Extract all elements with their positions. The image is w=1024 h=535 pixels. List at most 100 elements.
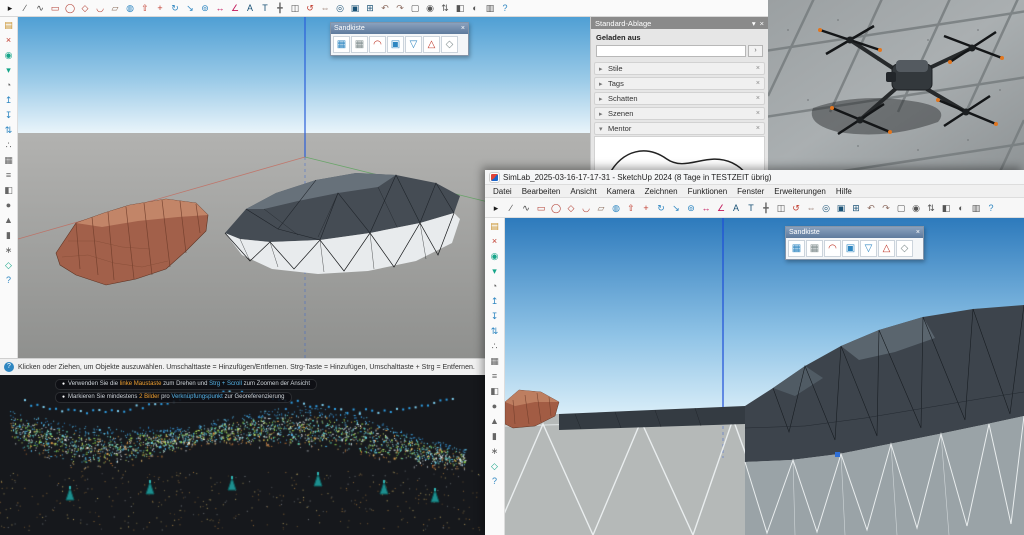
protractor-tool[interactable]: ∠ <box>228 1 242 15</box>
close-icon[interactable]: × <box>756 110 760 117</box>
previous-view[interactable]: ↶ <box>864 201 878 215</box>
previous-view[interactable]: ↶ <box>378 1 392 15</box>
close-icon[interactable]: × <box>756 65 760 72</box>
close-icon[interactable]: × <box>916 229 920 236</box>
from-scratch-tool[interactable]: ▦ <box>806 240 823 257</box>
look-around-tool[interactable]: ◉ <box>423 1 437 15</box>
scale-tool[interactable]: ↘ <box>183 1 197 15</box>
eraser-tool[interactable]: ▱ <box>594 201 608 215</box>
help-button[interactable]: ? <box>984 201 998 215</box>
cone-primitive[interactable]: ▲ <box>488 415 502 428</box>
menu-item[interactable]: Funktionen <box>688 187 728 196</box>
position-camera-tool[interactable]: ▢ <box>408 1 422 15</box>
load-button[interactable]: › <box>748 45 763 57</box>
rotate-tool[interactable]: ↻ <box>654 201 668 215</box>
drop-location[interactable]: ▾ <box>2 64 16 77</box>
viewport-3d[interactable] <box>505 218 1024 535</box>
component[interactable]: ◇ <box>488 460 502 473</box>
tape-measure-tool[interactable]: ↔ <box>213 1 227 15</box>
freehand-tool[interactable]: ∿ <box>519 201 533 215</box>
circle-tool[interactable]: ◯ <box>549 201 563 215</box>
cloud-upload[interactable]: ↥ <box>2 94 16 107</box>
settings[interactable]: ∗ <box>488 445 502 458</box>
rectangle-tool[interactable]: ▭ <box>48 1 62 15</box>
zoom-tool[interactable]: ◎ <box>819 201 833 215</box>
protractor-tool[interactable]: ∠ <box>714 201 728 215</box>
close-file[interactable]: × <box>488 235 502 248</box>
loaded-from-input[interactable] <box>596 45 746 57</box>
minimize-icon[interactable]: ▾ <box>752 19 756 28</box>
text-tool[interactable]: A <box>243 1 257 15</box>
orbit-tool[interactable]: ↺ <box>789 201 803 215</box>
drape-tool[interactable]: ▽ <box>860 240 877 257</box>
shadows-toggle[interactable]: ◐ <box>954 201 968 215</box>
tape-measure-tool[interactable]: ↔ <box>699 201 713 215</box>
arc-tool[interactable]: ◡ <box>93 1 107 15</box>
walk-tool[interactable]: ⇅ <box>924 201 938 215</box>
tray-section-header[interactable]: ▸ Schatten × <box>594 92 765 105</box>
axes-tool[interactable]: ╋ <box>273 1 287 15</box>
offset-tool[interactable]: ⊚ <box>684 201 698 215</box>
menu-item[interactable]: Fenster <box>737 187 764 196</box>
zoom-window-tool[interactable]: ▣ <box>348 1 362 15</box>
open-folder[interactable]: ▤ <box>2 19 16 32</box>
position-camera-tool[interactable]: ▢ <box>894 201 908 215</box>
component[interactable]: ◇ <box>2 259 16 272</box>
cone-primitive[interactable]: ▲ <box>2 214 16 227</box>
close-icon[interactable]: × <box>756 80 760 87</box>
flip-edge-tool[interactable]: ◇ <box>441 36 458 53</box>
walk-tool[interactable]: ⇅ <box>438 1 452 15</box>
rectangle-tool[interactable]: ▭ <box>534 201 548 215</box>
add-detail-tool[interactable]: △ <box>423 36 440 53</box>
next-view[interactable]: ↷ <box>879 201 893 215</box>
move-tool[interactable]: + <box>153 1 167 15</box>
orbit-tool[interactable]: ↺ <box>303 1 317 15</box>
drop-location[interactable]: ▾ <box>488 265 502 278</box>
close-icon[interactable]: × <box>461 25 465 32</box>
flip-edge-tool[interactable]: ◇ <box>896 240 913 257</box>
help-button[interactable]: ? <box>498 1 512 15</box>
geo-location[interactable]: ◉ <box>488 250 502 263</box>
close-icon[interactable]: × <box>756 125 760 132</box>
point-cloud[interactable]: ∴ <box>488 340 502 353</box>
solid-box[interactable]: ◧ <box>2 184 16 197</box>
settings[interactable]: ∗ <box>2 244 16 257</box>
section-plane-tool[interactable]: ◫ <box>288 1 302 15</box>
layers[interactable]: ≡ <box>2 169 16 182</box>
menu-item[interactable]: Ansicht <box>570 187 596 196</box>
add-detail-tool[interactable]: △ <box>878 240 895 257</box>
pan-tool[interactable]: ⇔ <box>318 1 332 15</box>
tray-section-header[interactable]: ▸ Stile × <box>594 62 765 75</box>
layers[interactable]: ≡ <box>488 370 502 383</box>
sandbox-toolbar-titlebar[interactable]: Sandkiste × <box>786 227 923 238</box>
eraser-tool[interactable]: ▱ <box>108 1 122 15</box>
mesh-grid[interactable]: ▦ <box>2 154 16 167</box>
from-contours-tool[interactable]: ▦ <box>333 36 350 53</box>
tray-titlebar[interactable]: Standard-Ablage ▾ × <box>591 17 768 29</box>
mesh-grid[interactable]: ▦ <box>488 355 502 368</box>
cylinder-primitive[interactable]: ▮ <box>2 229 16 242</box>
close-icon[interactable]: × <box>760 19 764 28</box>
help[interactable]: ? <box>2 274 16 287</box>
xray-toggle[interactable]: ▥ <box>483 1 497 15</box>
cloud-download[interactable]: ↧ <box>2 109 16 122</box>
sandbox-toolbar-titlebar[interactable]: Sandkiste × <box>331 23 468 34</box>
scale-tool[interactable]: ↘ <box>669 201 683 215</box>
tray-section-header[interactable]: ▸ Tags × <box>594 77 765 90</box>
sphere-primitive[interactable]: ● <box>2 199 16 212</box>
push-pull-tool[interactable]: ⇧ <box>624 201 638 215</box>
stamp-tool[interactable]: ▣ <box>842 240 859 257</box>
point-cloud[interactable]: ∴ <box>2 139 16 152</box>
zoom-extents-tool[interactable]: ⊞ <box>363 1 377 15</box>
circle-tool[interactable]: ◯ <box>63 1 77 15</box>
next-view[interactable]: ↷ <box>393 1 407 15</box>
open-folder[interactable]: ▤ <box>488 220 502 233</box>
sync[interactable]: ⇅ <box>2 124 16 137</box>
close-icon[interactable]: × <box>756 95 760 102</box>
shadows-toggle[interactable]: ◐ <box>468 1 482 15</box>
3d-text-tool[interactable]: T <box>744 201 758 215</box>
line-tool[interactable]: ∕ <box>504 201 518 215</box>
cylinder-primitive[interactable]: ▮ <box>488 430 502 443</box>
styles-toggle[interactable]: ◧ <box>453 1 467 15</box>
drape-tool[interactable]: ▽ <box>405 36 422 53</box>
